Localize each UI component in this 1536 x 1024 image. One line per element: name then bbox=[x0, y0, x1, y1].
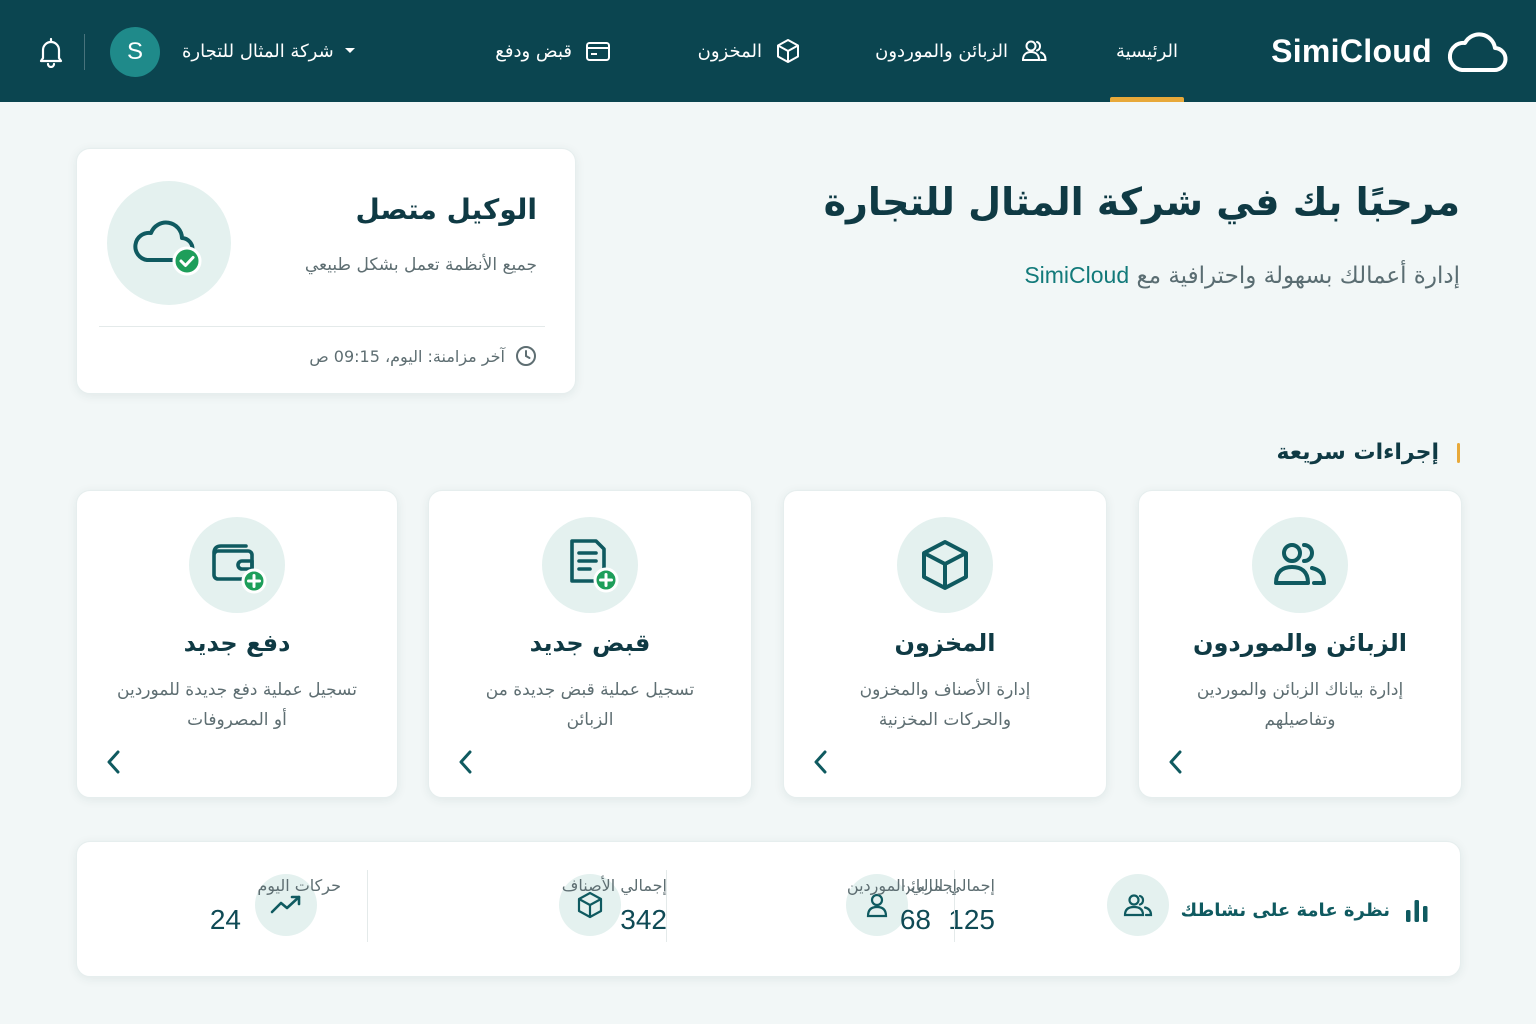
stat-today-transactions: حركات اليوم 24 bbox=[137, 842, 341, 978]
nav-receipts-label: قبض ودفع bbox=[495, 40, 572, 62]
quick-action-desc: إدارة بياناك الزبائن والموردين وتفاصيلهم bbox=[1196, 680, 1404, 730]
stat-total-suppliers: إجمالي الموردين 68 bbox=[697, 842, 957, 978]
stat-label: إجمالي الموردين bbox=[846, 876, 957, 895]
wallet-add-icon bbox=[189, 517, 285, 613]
users-icon bbox=[1107, 874, 1169, 936]
quick-action-inventory[interactable]: المخزون إدارة الأصناف والمخزون والحركات … bbox=[783, 490, 1107, 798]
last-sync: آخر مزامنة: اليوم، 09:15 ص bbox=[309, 345, 537, 367]
brand-logo[interactable]: SimiCloud bbox=[1271, 24, 1508, 78]
stat-value: 342 bbox=[620, 904, 667, 935]
stat-total-customers: إجمالي الزبائن 125 bbox=[899, 842, 1177, 978]
users-icon bbox=[1252, 517, 1348, 613]
company-switcher[interactable]: شركة المثال للتجارة bbox=[182, 0, 356, 102]
subtitle-brand: SimiCloud bbox=[1024, 262, 1130, 288]
stat-label: إجمالي الأصناف bbox=[561, 876, 667, 895]
stat-divider bbox=[367, 870, 368, 942]
nav-inventory[interactable]: المخزون bbox=[698, 0, 802, 102]
overview-title: نظرة عامة على نشاطك bbox=[1180, 899, 1390, 921]
chevron-left-icon[interactable] bbox=[103, 749, 125, 775]
stat-value: 68 bbox=[899, 904, 931, 935]
users-icon bbox=[1020, 37, 1048, 65]
quick-action-desc: إدارة الأصناف والمخزون والحركات المخزنية bbox=[859, 680, 1031, 730]
topbar-divider bbox=[84, 34, 85, 70]
top-navbar: SimiCloud الرئيسية الزبائن والموردون الم… bbox=[0, 0, 1536, 102]
clock-icon bbox=[516, 346, 536, 366]
quick-action-new-receipt[interactable]: قبض جديد تسجيل عملية قبض جديدة من الزبائ… bbox=[428, 490, 752, 798]
page-title: مرحبًا بك في شركة المثال للتجارة bbox=[823, 180, 1460, 224]
activity-overview-card: نظرة عامة على نشاطك إجمالي الزبائن 125 إ… bbox=[76, 841, 1461, 977]
quick-action-new-payment[interactable]: دفع جديد تسجيل عملية دفع جديدة للموردين … bbox=[76, 490, 398, 798]
section-accent-bar bbox=[1457, 442, 1460, 463]
overview-heading: نظرة عامة على نشاطك bbox=[1181, 842, 1430, 978]
last-sync-text: آخر مزامنة: اليوم، 09:15 ص bbox=[309, 346, 505, 366]
nav-receipts-payments[interactable]: قبض ودفع bbox=[495, 0, 612, 102]
stat-value: 24 bbox=[209, 904, 241, 935]
page-subtitle: إدارة أعمالك بسهولة واحترافية مع SimiClo… bbox=[760, 262, 1460, 289]
stat-value: 125 bbox=[948, 904, 995, 935]
chevron-left-icon[interactable] bbox=[455, 749, 477, 775]
agent-status-card: الوكيل متصل جميع الأنظمة تعمل بشكل طبيعي… bbox=[76, 148, 576, 394]
nav-customers-label: الزبائن والموردون bbox=[875, 40, 1008, 62]
stat-total-items: إجمالي الأصناف 342 bbox=[407, 842, 667, 978]
bar-chart-icon bbox=[1406, 900, 1428, 922]
brand-name: SimiCloud bbox=[1271, 32, 1432, 69]
avatar[interactable]: S bbox=[110, 27, 160, 77]
notifications-bell-icon[interactable] bbox=[36, 36, 66, 69]
quick-action-title: المخزون bbox=[894, 629, 996, 657]
caret-down-icon bbox=[344, 48, 355, 53]
box-icon bbox=[774, 37, 802, 65]
subtitle-text: إدارة أعمالك بسهولة واحترافية مع bbox=[1136, 263, 1460, 289]
quick-action-title: الزبائن والموردون bbox=[1193, 629, 1407, 657]
quick-action-title: دفع جديد bbox=[183, 629, 291, 657]
quick-action-desc: تسجيل عملية دفع جديدة للموردين أو المصرو… bbox=[117, 680, 357, 730]
cloud-connected-icon bbox=[107, 181, 231, 305]
agent-card-divider bbox=[99, 326, 545, 327]
nav-inventory-label: المخزون bbox=[697, 40, 762, 62]
chevron-left-icon[interactable] bbox=[810, 749, 832, 775]
quick-action-title: قبض جديد bbox=[529, 629, 651, 657]
wallet-icon bbox=[584, 37, 612, 65]
receipt-add-icon bbox=[542, 517, 638, 613]
quick-action-customers[interactable]: الزبائن والموردون إدارة بياناك الزبائن و… bbox=[1138, 490, 1462, 798]
agent-status-text: جميع الأنظمة تعمل بشكل طبيعي bbox=[304, 255, 537, 275]
cloud-logo-icon bbox=[1448, 32, 1508, 72]
nav-customers-suppliers[interactable]: الزبائن والموردون bbox=[875, 0, 1048, 102]
chevron-left-icon[interactable] bbox=[1165, 749, 1187, 775]
quick-action-desc: تسجيل عملية قبض جديدة من الزبائن bbox=[485, 680, 695, 730]
stat-label: حركات اليوم bbox=[257, 876, 341, 895]
quick-actions-title: إجراءات سريعة bbox=[1276, 440, 1439, 465]
agent-status-title: الوكيل متصل bbox=[355, 193, 537, 226]
box-icon bbox=[897, 517, 993, 613]
company-name: شركة المثال للتجارة bbox=[182, 40, 334, 62]
quick-actions-heading: إجراءات سريعة bbox=[1276, 440, 1460, 465]
nav-home[interactable]: الرئيسية bbox=[1110, 0, 1184, 102]
nav-home-label: الرئيسية bbox=[1116, 40, 1178, 62]
